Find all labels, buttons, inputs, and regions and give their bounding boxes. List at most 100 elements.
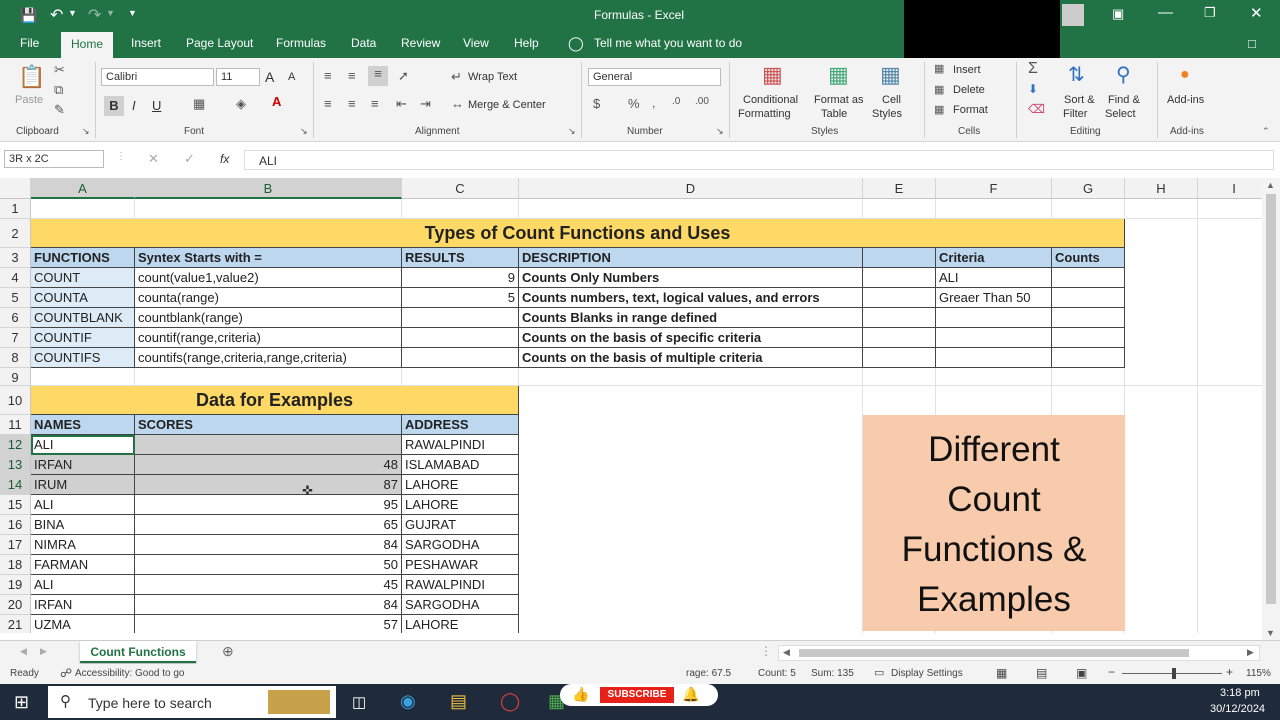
merge-center-button[interactable]: Merge & Center — [468, 99, 546, 111]
tab-home[interactable]: Home — [61, 32, 114, 58]
empty-cell[interactable] — [936, 328, 1052, 348]
alignment-launcher-icon[interactable]: ↘ — [568, 126, 576, 137]
empty-cell[interactable] — [936, 348, 1052, 368]
clear-icon[interactable]: ⌫ — [1028, 102, 1045, 116]
save-icon[interactable]: 💾 — [20, 7, 37, 24]
number-format-select[interactable]: General — [588, 68, 721, 86]
fill-icon[interactable]: ⬇ — [1028, 82, 1038, 96]
empty-cell[interactable] — [1052, 308, 1125, 328]
scroll-right-icon[interactable]: ▶ — [1247, 647, 1254, 658]
row-header-15[interactable]: 15 — [0, 495, 31, 515]
font-launcher-icon[interactable]: ↘ — [300, 126, 308, 137]
score-cell[interactable]: 84 — [135, 595, 402, 615]
row-header-2[interactable]: 2 — [0, 219, 31, 248]
normal-view-icon[interactable]: ▦ — [996, 666, 1007, 680]
row-header-6[interactable]: 6 — [0, 308, 31, 328]
row-header-12[interactable]: 12 — [0, 435, 31, 455]
cell-styles-label-2[interactable]: Styles — [872, 108, 902, 120]
bold-button[interactable]: B — [104, 96, 124, 116]
page-break-view-icon[interactable]: ▣ — [1076, 666, 1087, 680]
format-painter-icon[interactable]: ✎ — [54, 102, 65, 118]
function-syntax-cell[interactable]: count(value1,value2) — [135, 268, 402, 288]
align-middle-icon[interactable]: ≡ — [348, 68, 356, 83]
subscribe-button[interactable]: SUBSCRIBE — [600, 687, 674, 703]
counts-cell[interactable] — [1052, 288, 1125, 308]
percent-icon[interactable]: % — [628, 96, 640, 111]
underline-button[interactable]: U — [152, 98, 161, 113]
header-address[interactable]: ADDRESS — [402, 415, 519, 435]
address-cell[interactable]: RAWALPINDI — [402, 575, 519, 595]
score-cell[interactable]: 95 — [135, 495, 402, 515]
row-header-8[interactable]: 8 — [0, 348, 31, 368]
name-cell[interactable]: NIMRA — [31, 535, 135, 555]
edge-icon[interactable]: ◉ — [400, 691, 416, 712]
empty-cell[interactable] — [936, 308, 1052, 328]
row-header-13[interactable]: 13 — [0, 455, 31, 475]
redo-dropdown-icon[interactable]: ▼ — [106, 8, 115, 18]
status-average[interactable]: rage: 67.5 — [686, 668, 731, 679]
empty-cell[interactable] — [863, 328, 936, 348]
column-header-a[interactable]: A — [31, 178, 135, 199]
clipboard-launcher-icon[interactable]: ↘ — [82, 126, 90, 137]
cancel-icon[interactable]: ✕ — [148, 151, 159, 167]
function-syntax-cell[interactable]: countblank(range) — [135, 308, 402, 328]
decrease-indent-icon[interactable]: ⇤ — [396, 96, 407, 112]
row-header-11[interactable]: 11 — [0, 415, 31, 435]
accounting-icon[interactable]: $ — [593, 96, 600, 111]
name-cell[interactable]: BINA — [31, 515, 135, 535]
row-header-18[interactable]: 18 — [0, 555, 31, 575]
spreadsheet-grid[interactable]: A B C D E F G H I 1 2 3 4 5 6 7 8 9 10 1… — [0, 178, 1262, 633]
function-description-cell[interactable]: Counts numbers, text, logical values, an… — [519, 288, 863, 308]
font-name-select[interactable]: Calibri — [101, 68, 214, 86]
decrease-decimal-icon[interactable]: .00 — [695, 96, 709, 107]
row-header-7[interactable]: 7 — [0, 328, 31, 348]
file-explorer-icon[interactable]: ▤ — [450, 691, 467, 712]
select-all-corner[interactable] — [0, 178, 31, 199]
score-cell[interactable]: 57 — [135, 615, 402, 633]
function-name-cell[interactable]: COUNT — [31, 268, 135, 288]
taskbar-date[interactable]: 30/12/2024 — [1210, 703, 1265, 715]
delete-cells-button[interactable]: Delete — [953, 84, 985, 96]
name-cell[interactable]: ALI — [31, 495, 135, 515]
address-cell[interactable]: ISLAMABAD — [402, 455, 519, 475]
tab-file[interactable]: File — [20, 36, 39, 50]
taskbar-search-box[interactable]: ⚲ Type here to search — [48, 686, 336, 718]
status-sum[interactable]: Sum: 135 — [811, 668, 854, 679]
column-header-i[interactable]: I — [1198, 178, 1262, 199]
zoom-in-icon[interactable]: + — [1226, 665, 1233, 679]
header-criteria[interactable]: Criteria — [936, 248, 1052, 268]
tab-insert[interactable]: Insert — [131, 36, 161, 50]
address-cell[interactable]: LAHORE — [402, 615, 519, 633]
column-header-f[interactable]: F — [936, 178, 1052, 199]
conditional-formatting-label-2[interactable]: Formatting — [738, 108, 791, 120]
header-description[interactable]: DESCRIPTION — [519, 248, 863, 268]
orientation-icon[interactable]: ➚ — [398, 68, 409, 84]
empty-cell[interactable] — [863, 268, 936, 288]
customize-icon[interactable]: ▼ — [128, 8, 137, 18]
cut-icon[interactable]: ✂ — [54, 62, 65, 78]
comments-icon[interactable]: □ — [1248, 36, 1256, 51]
undo-icon[interactable]: ↶ — [50, 5, 63, 25]
name-cell-active[interactable]: ALI — [31, 435, 135, 455]
find-select-label-2[interactable]: Select — [1105, 108, 1136, 120]
function-description-cell[interactable]: Counts Only Numbers — [519, 268, 863, 288]
name-cell[interactable]: UZMA — [31, 615, 135, 633]
row-header-1[interactable]: 1 — [0, 199, 31, 219]
font-size-select[interactable]: 11 — [216, 68, 260, 86]
empty-cell[interactable] — [1052, 328, 1125, 348]
vertical-scroll-thumb[interactable] — [1266, 194, 1276, 604]
function-description-cell[interactable]: Counts Blanks in range defined — [519, 308, 863, 328]
row-header-5[interactable]: 5 — [0, 288, 31, 308]
enter-icon[interactable]: ✓ — [184, 151, 195, 167]
row-header-3[interactable]: 3 — [0, 248, 31, 268]
header-names[interactable]: NAMES — [31, 415, 135, 435]
align-right-icon[interactable]: ≡ — [371, 96, 379, 111]
header-scores[interactable]: SCORES — [135, 415, 402, 435]
function-result-cell[interactable] — [402, 348, 519, 368]
score-cell[interactable]: 48 — [135, 455, 402, 475]
collapse-ribbon-icon[interactable]: ⌃ — [1262, 126, 1270, 137]
paste-button[interactable]: Paste — [15, 94, 43, 106]
address-cell[interactable]: SARGODHA — [402, 595, 519, 615]
tell-me-search[interactable]: Tell me what you want to do — [594, 36, 742, 50]
address-cell[interactable]: SARGODHA — [402, 535, 519, 555]
